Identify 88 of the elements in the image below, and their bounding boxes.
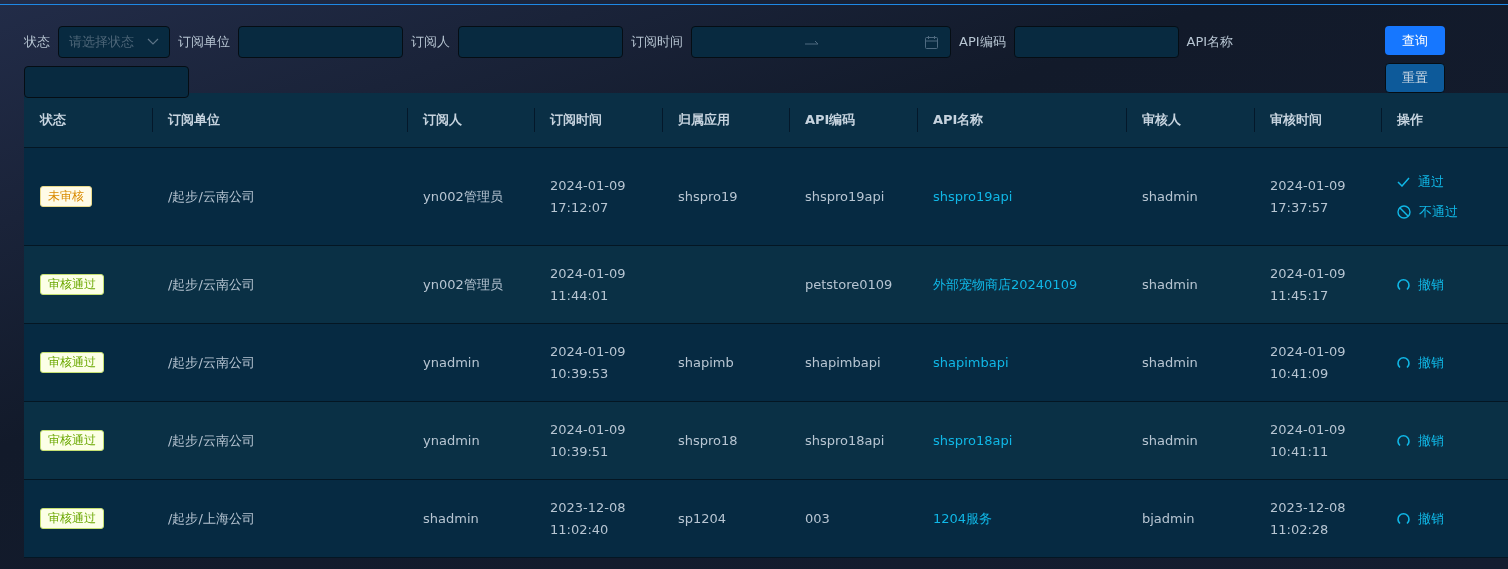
date-range-field[interactable] [691, 26, 951, 58]
table-cell: shadmin [1142, 433, 1198, 448]
column-header: 审核人 [1142, 112, 1181, 127]
column-header: 归属应用 [678, 112, 730, 127]
checkmark-icon [1397, 176, 1410, 187]
table-cell-text: 11:44:01 [550, 286, 610, 305]
prohibited-icon [1397, 204, 1411, 219]
column-header: API编码 [805, 112, 856, 127]
column-header: 状态 [40, 112, 66, 127]
table-cell-text: 2024-01-09 [1270, 342, 1347, 361]
table-cell-text: 2024-01-09 [1270, 176, 1347, 195]
table-cell: shadmin [1142, 189, 1198, 204]
table-cell-text: 2024-01-09 [1270, 264, 1347, 283]
action-link[interactable]: 撤销 [1418, 275, 1444, 294]
table-cell-text: 10:39:53 [550, 364, 610, 383]
table-cell-text: 17:37:57 [1270, 198, 1330, 217]
column-header: API名称 [933, 112, 984, 127]
status-tag: 未审核 [40, 186, 92, 207]
table-cell: shapimbapi [805, 355, 881, 370]
reset-button[interactable]: 重置 [1385, 63, 1445, 93]
filter-label: 订阅时间 [631, 33, 683, 51]
action-link[interactable]: 不通过 [1419, 202, 1458, 221]
table-cell-text: 17:12:07 [550, 198, 610, 217]
search-button[interactable]: 查询 [1385, 26, 1445, 56]
table-cell-text: 10:39:51 [550, 442, 610, 461]
status-tag: 审核通过 [40, 430, 104, 451]
filter-label: 订阅单位 [178, 33, 230, 51]
column-header: 订阅单位 [168, 112, 220, 127]
filter-label: 订阅人 [411, 33, 450, 51]
table-cell-text: 11:45:17 [1270, 286, 1330, 305]
table-cell: petstore0109 [805, 277, 893, 292]
table-cell: sp1204 [678, 511, 727, 526]
table-cell: shadmin [1142, 355, 1198, 370]
calendar-icon [925, 36, 938, 49]
table-cell: shspro18api [805, 433, 885, 448]
api-name-link[interactable]: 外部宠物商店20240109 [933, 276, 1078, 292]
table-cell: yn002管理员 [423, 188, 503, 204]
table-cell-text: 2024-01-09 [550, 420, 627, 439]
table-cell: bjadmin [1142, 511, 1195, 526]
column-header: 订阅时间 [550, 112, 602, 127]
column-header: 操作 [1397, 112, 1423, 127]
text-field[interactable] [1013, 26, 1179, 58]
table-cell: /起步/云南公司 [168, 432, 255, 448]
action-link[interactable]: 撤销 [1418, 353, 1444, 372]
column-header: 审核时间 [1270, 112, 1322, 127]
table-cell-text: 10:41:11 [1270, 442, 1330, 461]
column-header: 订阅人 [423, 112, 462, 127]
table-cell: shspro19api [805, 189, 885, 204]
filter-label: API名称 [1186, 33, 1234, 51]
table-cell: /起步/云南公司 [168, 276, 255, 292]
table-cell: ynadmin [423, 433, 480, 448]
table-cell: shadmin [423, 511, 479, 526]
action-link[interactable]: 撤销 [1418, 431, 1444, 450]
table-cell: shspro18 [678, 433, 738, 448]
table-cell: /起步/上海公司 [168, 510, 255, 526]
filter-label: API编码 [959, 33, 1006, 51]
table-cell: ynadmin [423, 355, 480, 370]
table-cell-text: 10:41:09 [1270, 364, 1330, 383]
status-tag: 审核通过 [40, 508, 104, 529]
table-cell-text: 2024-01-09 [550, 264, 627, 283]
table-cell-text: 2023-12-08 [550, 498, 627, 517]
table-cell-text: 2024-01-09 [550, 176, 627, 195]
table-cell: /起步/云南公司 [168, 354, 255, 370]
table-cell-text: 11:02:28 [1270, 520, 1330, 539]
api-name-link[interactable]: shapimbapi [933, 355, 1009, 370]
table-cell-text: 2024-01-09 [1270, 420, 1347, 439]
text-field[interactable] [24, 66, 189, 98]
table-cell-text: 2024-01-09 [550, 342, 627, 361]
table-cell: 003 [805, 511, 830, 526]
arrow-right-icon [805, 40, 819, 46]
text-field[interactable] [238, 26, 403, 58]
status-tag: 审核通过 [40, 274, 104, 295]
table-cell: shadmin [1142, 277, 1198, 292]
api-name-link[interactable]: shspro18api [933, 433, 1013, 448]
filter-label: 状态 [24, 33, 50, 51]
api-name-link[interactable]: shspro19api [933, 189, 1013, 204]
table-cell: shspro19 [678, 189, 738, 204]
status-tag: 审核通过 [40, 352, 104, 373]
table-cell-text: 11:02:40 [550, 520, 610, 539]
table-cell: shapimb [678, 355, 734, 370]
action-link[interactable]: 通过 [1418, 172, 1444, 191]
table-cell: yn002管理员 [423, 276, 503, 292]
table-cell-text: 2023-12-08 [1270, 498, 1347, 517]
text-field[interactable] [458, 26, 623, 58]
table-cell: /起步/云南公司 [168, 188, 255, 204]
api-name-link[interactable]: 1204服务 [933, 510, 993, 526]
chevron-down-icon [147, 38, 159, 46]
action-link[interactable]: 撤销 [1418, 509, 1444, 528]
